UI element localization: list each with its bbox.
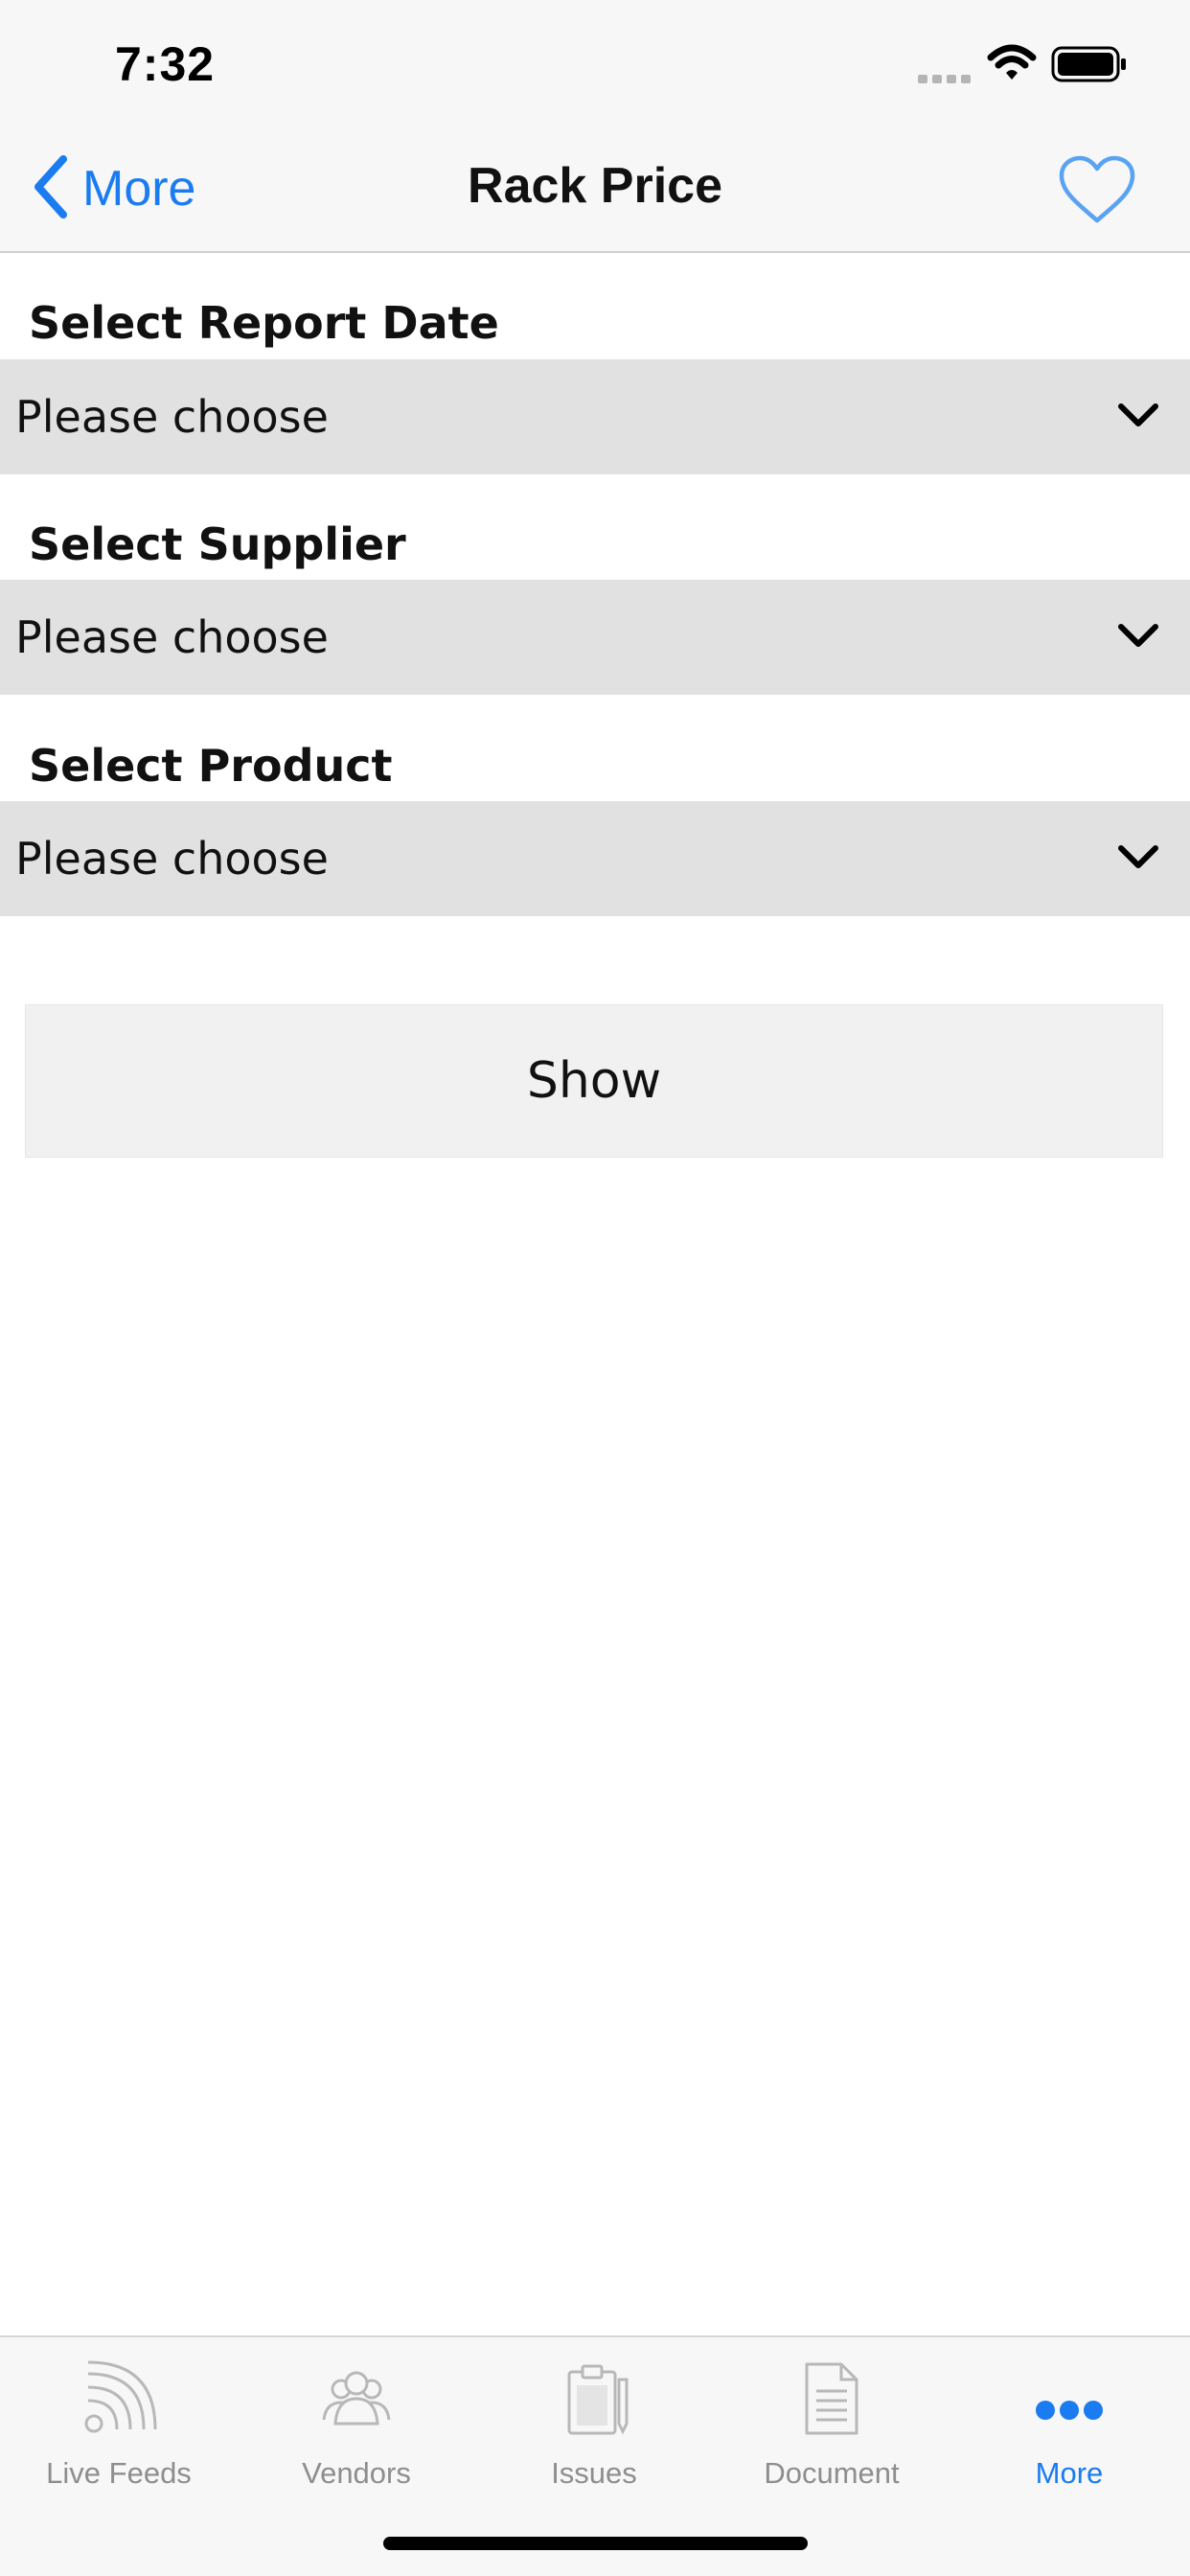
chevron-down-icon [1117, 843, 1159, 876]
tab-more[interactable]: More [950, 2337, 1188, 2510]
tab-issues[interactable]: Issues [475, 2337, 713, 2510]
report-date-value: Please choose [15, 391, 329, 443]
tab-bar: Live Feeds Vendors Issues Document More [0, 2335, 1190, 2576]
favorite-heart-icon[interactable] [1058, 155, 1136, 228]
supplier-value: Please choose [15, 611, 329, 663]
supplier-label: Select Supplier [29, 518, 406, 570]
status-time: 7:32 [115, 37, 216, 91]
tab-live-feeds[interactable]: Live Feeds [0, 2337, 238, 2510]
tab-document[interactable]: Document [713, 2337, 950, 2510]
show-button[interactable]: Show [25, 1004, 1163, 1158]
tab-label: Vendors [302, 2456, 411, 2490]
cellular-signal-icon [918, 71, 973, 89]
report-date-select[interactable]: Please choose [0, 359, 1190, 474]
supplier-select[interactable]: Please choose [0, 580, 1190, 695]
page-title: Rack Price [468, 158, 722, 214]
report-date-label: Select Report Date [29, 297, 499, 349]
navigation-bar: More Rack Price [0, 126, 1190, 253]
home-indicator [383, 2537, 808, 2550]
tab-vendors[interactable]: Vendors [238, 2337, 475, 2510]
people-icon [318, 2360, 395, 2441]
tab-label: Document [764, 2456, 900, 2490]
chevron-down-icon [1117, 402, 1159, 434]
more-dots-icon [1031, 2360, 1108, 2441]
status-bar: 7:32 [0, 0, 1190, 126]
product-label: Select Product [29, 740, 393, 792]
tab-label: Issues [551, 2456, 637, 2490]
chevron-down-icon [1117, 622, 1159, 655]
wifi-icon [987, 44, 1037, 86]
clipboard-icon [556, 2360, 632, 2441]
tab-label: More [1035, 2456, 1104, 2490]
tab-label: Live Feeds [46, 2456, 192, 2490]
product-select[interactable]: Please choose [0, 801, 1190, 916]
rss-feed-icon [80, 2360, 157, 2441]
product-value: Please choose [15, 833, 329, 885]
document-icon [793, 2360, 870, 2441]
battery-icon [1051, 46, 1128, 86]
